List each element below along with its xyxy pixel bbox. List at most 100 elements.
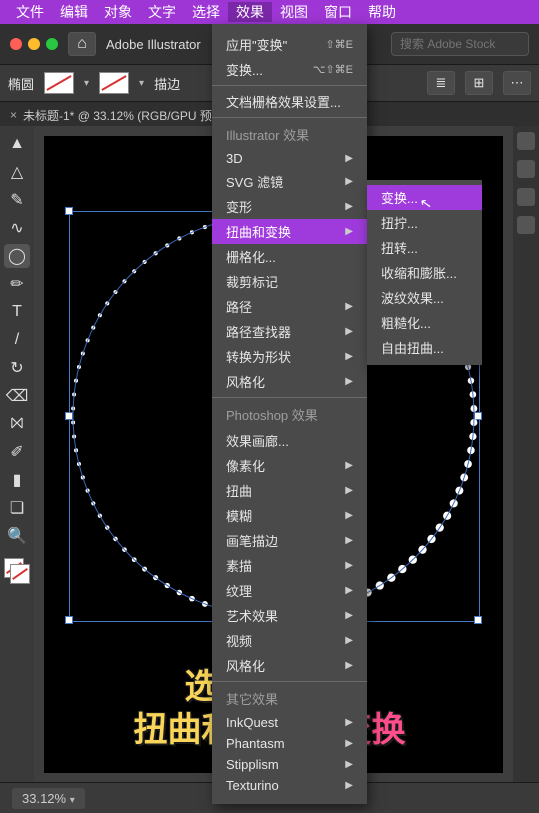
selection-tool[interactable]: ▲	[4, 132, 30, 156]
submenu-arrow-icon: ▶	[345, 351, 353, 362]
menu-item[interactable]: 裁剪标记	[212, 269, 367, 294]
rotate-tool[interactable]: ↻	[4, 356, 30, 380]
zoom-tool[interactable]: 🔍	[4, 524, 30, 548]
menu-header: Photoshop 效果	[212, 401, 367, 428]
stroke-swatch[interactable]	[99, 72, 129, 94]
panel-icon[interactable]	[517, 188, 535, 206]
menu-item[interactable]: 模糊▶	[212, 503, 367, 528]
menu-item[interactable]: 效果画廊...	[212, 428, 367, 453]
window-buttons	[10, 38, 58, 50]
close-tab-icon[interactable]: ×	[10, 108, 17, 122]
menu-item[interactable]: Phantasm▶	[212, 733, 367, 754]
menu-item[interactable]: 风格化▶	[212, 653, 367, 678]
zoom-selector[interactable]: 33.12% ▾	[12, 788, 85, 809]
direct-selection-tool[interactable]: △	[4, 160, 30, 184]
chevron-down-icon[interactable]: ▾	[139, 78, 144, 89]
submenu-item[interactable]: 扭拧...	[367, 210, 482, 235]
menu-item-效果[interactable]: 效果	[228, 2, 272, 22]
submenu-item[interactable]: 扭转...	[367, 235, 482, 260]
submenu-arrow-icon: ▶	[345, 510, 353, 521]
panel-icon[interactable]	[517, 216, 535, 234]
shape-name-label: 椭圆	[8, 74, 34, 93]
menu-item[interactable]: 艺术效果▶	[212, 603, 367, 628]
menu-item[interactable]: 扭曲▶	[212, 478, 367, 503]
document-tab-label: 未标题-1* @ 33.12% (RGB/GPU 预)	[23, 107, 216, 124]
menubar: 文件编辑对象文字选择效果视图窗口帮助	[0, 0, 539, 24]
submenu-item[interactable]: 粗糙化...	[367, 310, 482, 335]
menu-item[interactable]: 文档栅格效果设置...	[212, 89, 367, 114]
submenu-arrow-icon: ▶	[345, 460, 353, 471]
more-options-icon[interactable]: ⋯	[503, 71, 531, 95]
fill-swatch[interactable]	[44, 72, 74, 94]
menu-item[interactable]: InkQuest▶	[212, 712, 367, 733]
menu-header: Illustrator 效果	[212, 121, 367, 148]
app-title: Adobe Illustrator	[106, 37, 201, 52]
submenu-item[interactable]: 波纹效果...	[367, 285, 482, 310]
transform-icon[interactable]: ⊞	[465, 71, 493, 95]
eyedropper-tool[interactable]: ✐	[4, 440, 30, 464]
minimize-window-button[interactable]	[28, 38, 40, 50]
menu-header: 其它效果	[212, 685, 367, 712]
menu-item-对象[interactable]: 对象	[96, 2, 140, 22]
gradient-tool[interactable]: ▮	[4, 468, 30, 492]
menu-item[interactable]: 变形▶	[212, 194, 367, 219]
blend-tool[interactable]: ❏	[4, 496, 30, 520]
panel-icon[interactable]	[517, 132, 535, 150]
menu-item[interactable]: 栅格化...	[212, 244, 367, 269]
effects-menu: 应用"变换"⇧⌘E变换...⌥⇧⌘E 文档栅格效果设置... Illustrator…	[212, 24, 367, 804]
menu-item-文件[interactable]: 文件	[8, 2, 52, 22]
submenu-arrow-icon: ▶	[345, 376, 353, 387]
menu-item[interactable]: 扭曲和变换▶	[212, 219, 367, 244]
submenu-arrow-icon: ▶	[345, 780, 353, 791]
menu-item-选择[interactable]: 选择	[184, 2, 228, 22]
menu-item[interactable]: 3D▶	[212, 148, 367, 169]
menu-item-窗口[interactable]: 窗口	[316, 2, 360, 22]
submenu-arrow-icon: ▶	[345, 610, 353, 621]
menu-item[interactable]: 路径查找器▶	[212, 319, 367, 344]
menu-item[interactable]: Texturino▶	[212, 775, 367, 796]
menu-item-文字[interactable]: 文字	[140, 2, 184, 22]
submenu-arrow-icon: ▶	[345, 585, 353, 596]
type-tool[interactable]: T	[4, 300, 30, 324]
eraser-tool[interactable]: ⌫	[4, 384, 30, 408]
curvature-tool[interactable]: ∿	[4, 216, 30, 240]
menu-item[interactable]: 应用"变换"⇧⌘E	[212, 32, 367, 57]
submenu-arrow-icon: ▶	[345, 176, 353, 187]
line-tool[interactable]: /	[4, 328, 30, 352]
stock-search-input[interactable]	[391, 32, 529, 56]
submenu-arrow-icon: ▶	[345, 201, 353, 212]
menu-item[interactable]: 素描▶	[212, 553, 367, 578]
close-window-button[interactable]	[10, 38, 22, 50]
submenu-item[interactable]: 自由扭曲...	[367, 335, 482, 360]
menu-item[interactable]: 转换为形状▶	[212, 344, 367, 369]
align-icon[interactable]: ≣	[427, 71, 455, 95]
maximize-window-button[interactable]	[46, 38, 58, 50]
menu-item[interactable]: 变换...⌥⇧⌘E	[212, 57, 367, 82]
submenu-arrow-icon: ▶	[345, 759, 353, 770]
submenu-arrow-icon: ▶	[345, 717, 353, 728]
menu-item-视图[interactable]: 视图	[272, 2, 316, 22]
submenu-arrow-icon: ▶	[345, 326, 353, 337]
chevron-down-icon[interactable]: ▾	[84, 78, 89, 89]
menu-item[interactable]: 像素化▶	[212, 453, 367, 478]
menu-item-编辑[interactable]: 编辑	[52, 2, 96, 22]
submenu-arrow-icon: ▶	[345, 635, 353, 646]
menu-item[interactable]: 路径▶	[212, 294, 367, 319]
submenu-item[interactable]: 收缩和膨胀...	[367, 260, 482, 285]
brush-tool[interactable]: ✏	[4, 272, 30, 296]
width-tool[interactable]: ⨝	[4, 412, 30, 436]
menu-item[interactable]: 纹理▶	[212, 578, 367, 603]
submenu-arrow-icon: ▶	[345, 153, 353, 164]
ellipse-tool[interactable]: ◯	[4, 244, 30, 268]
menu-item[interactable]: Stipplism▶	[212, 754, 367, 775]
menu-item[interactable]: SVG 滤镜▶	[212, 169, 367, 194]
menu-item[interactable]: 风格化▶	[212, 369, 367, 394]
home-icon[interactable]: ⌂	[68, 32, 96, 56]
fill-stroke-swatch[interactable]	[4, 558, 30, 584]
panel-icon[interactable]	[517, 160, 535, 178]
menu-item-帮助[interactable]: 帮助	[360, 2, 404, 22]
menu-item[interactable]: 视频▶	[212, 628, 367, 653]
menu-item[interactable]: 画笔描边▶	[212, 528, 367, 553]
submenu-arrow-icon: ▶	[345, 226, 353, 237]
pen-tool[interactable]: ✎	[4, 188, 30, 212]
